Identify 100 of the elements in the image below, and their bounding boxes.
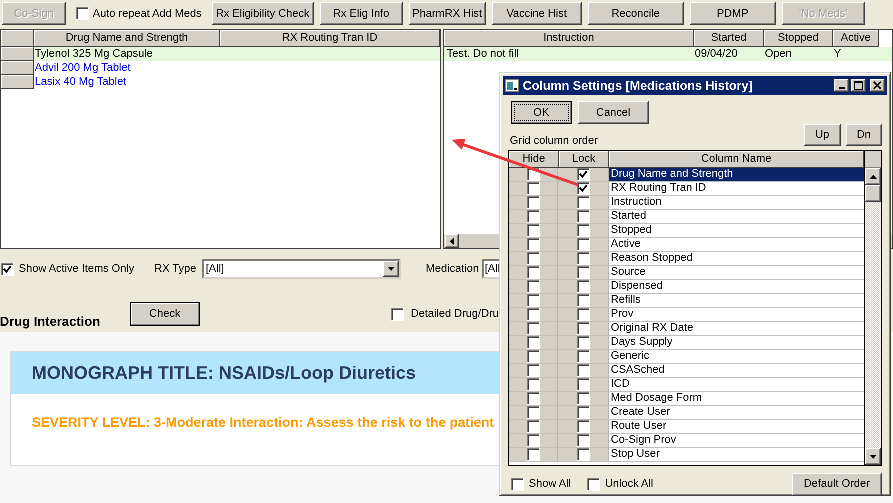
scroll-down-button[interactable] — [865, 448, 881, 465]
checkbox[interactable] — [526, 322, 540, 335]
scroll-left-button[interactable] — [445, 234, 459, 248]
checkbox[interactable] — [576, 322, 590, 335]
column-name-cell[interactable]: Drug Name and Strength — [609, 168, 864, 182]
column-header[interactable]: Instruction — [444, 30, 694, 47]
row-selector[interactable] — [1, 47, 34, 61]
column-header[interactable]: Active — [833, 30, 879, 47]
down-button[interactable]: Dn — [846, 124, 882, 146]
maximize-button[interactable] — [851, 79, 866, 92]
column-name-cell[interactable]: Generic — [609, 350, 864, 364]
checkbox[interactable] — [526, 238, 540, 251]
toolbar-button[interactable]: Reconcile — [588, 2, 684, 25]
column-name-cell[interactable]: Original RX Date — [609, 322, 864, 336]
checkbox[interactable] — [576, 350, 590, 363]
checkbox[interactable] — [526, 308, 540, 321]
scrollbar[interactable] — [864, 151, 881, 465]
checkbox[interactable] — [576, 252, 590, 265]
checkbox[interactable] — [576, 406, 590, 419]
column-name-cell[interactable]: Instruction — [609, 196, 864, 210]
checkbox[interactable] — [526, 182, 540, 195]
checkbox[interactable] — [576, 420, 590, 433]
row-selector[interactable] — [1, 61, 34, 75]
ok-button[interactable]: OK — [511, 101, 572, 124]
checkbox[interactable] — [526, 210, 540, 223]
toolbar-button[interactable]: PharmRX Hist — [408, 2, 486, 25]
row-selector[interactable] — [1, 75, 34, 89]
column-name-cell[interactable]: Active — [609, 238, 864, 252]
checkbox[interactable] — [526, 294, 540, 307]
column-name-cell[interactable]: Co-Sign Prov — [609, 434, 864, 448]
up-button[interactable]: Up — [804, 124, 841, 146]
column-name-cell[interactable]: Refills — [609, 294, 864, 308]
checkbox[interactable] — [576, 336, 590, 349]
checkbox[interactable] — [587, 478, 600, 490]
column-name-cell[interactable]: Route User — [609, 420, 864, 434]
check-button[interactable]: Check — [130, 302, 200, 326]
column-header[interactable]: Drug Name and Strength — [34, 30, 220, 47]
checkbox[interactable] — [526, 196, 540, 209]
checkbox[interactable] — [526, 224, 540, 237]
checkbox[interactable] — [526, 378, 540, 391]
cancel-button[interactable]: Cancel — [578, 101, 649, 124]
checkbox[interactable] — [526, 364, 540, 377]
checkbox[interactable] — [576, 238, 590, 251]
column-name-cell[interactable]: ICD — [609, 378, 864, 392]
scroll-thumb[interactable] — [865, 185, 881, 202]
column-header[interactable]: Lock — [559, 151, 609, 168]
column-header[interactable]: Started — [694, 30, 764, 47]
checkbox[interactable] — [526, 406, 540, 419]
checkbox[interactable] — [511, 478, 524, 490]
toolbar-button[interactable]: Rx Elig Info — [320, 2, 403, 25]
checkbox[interactable] — [526, 350, 540, 363]
checkbox[interactable] — [391, 308, 404, 320]
checkbox[interactable] — [76, 7, 89, 20]
checkbox[interactable] — [576, 308, 590, 321]
checkbox[interactable] — [576, 210, 590, 223]
column-header[interactable]: Hide — [509, 151, 559, 168]
checkbox[interactable] — [576, 392, 590, 405]
checkbox[interactable] — [526, 252, 540, 265]
toolbar-button[interactable]: PDMP — [690, 2, 776, 25]
column-name-cell[interactable]: Create User — [609, 406, 864, 420]
column-name-cell[interactable]: Dispensed — [609, 280, 864, 294]
default-order-button[interactable]: Default Order — [792, 472, 882, 496]
checkbox[interactable] — [576, 294, 590, 307]
checkbox[interactable] — [526, 420, 540, 433]
checkbox[interactable] — [1, 262, 14, 276]
column-name-cell[interactable]: RX Routing Tran ID — [609, 182, 864, 196]
checkbox[interactable] — [576, 266, 590, 279]
column-header[interactable]: RX Routing Tran ID — [220, 30, 440, 47]
checkbox[interactable] — [576, 280, 590, 293]
checkbox[interactable] — [526, 448, 540, 461]
checkbox[interactable] — [576, 448, 590, 461]
close-button[interactable] — [870, 79, 885, 92]
column-name-cell[interactable]: Reason Stopped — [609, 252, 864, 266]
toolbar-button[interactable]: Rx Eligibility Check — [212, 2, 314, 25]
toolbar-button[interactable]: Vaccine Hist — [492, 2, 582, 25]
checkbox[interactable] — [526, 266, 540, 279]
checkbox[interactable] — [526, 336, 540, 349]
column-name-cell[interactable]: Prov — [609, 308, 864, 322]
checkbox[interactable] — [576, 364, 590, 377]
checkbox[interactable] — [576, 224, 590, 237]
column-name-cell[interactable]: Days Supply — [609, 336, 864, 350]
checkbox[interactable] — [526, 434, 540, 447]
column-name-cell[interactable]: Stopped — [609, 224, 864, 238]
minimize-button[interactable] — [834, 79, 849, 92]
column-name-cell[interactable]: Med Dosage Form — [609, 392, 864, 406]
scroll-up-button[interactable] — [865, 168, 881, 185]
column-name-cell[interactable]: Stop User — [609, 448, 864, 462]
checkbox[interactable] — [576, 182, 590, 195]
column-name-cell[interactable]: Source — [609, 266, 864, 280]
checkbox[interactable] — [576, 434, 590, 447]
rx-type-dropdown[interactable]: [All] — [202, 259, 401, 279]
checkbox[interactable] — [576, 378, 590, 391]
checkbox[interactable] — [526, 392, 540, 405]
checkbox[interactable] — [576, 196, 590, 209]
checkbox[interactable] — [576, 168, 590, 181]
column-name-cell[interactable]: Started — [609, 210, 864, 224]
column-name-cell[interactable]: CSASched — [609, 364, 864, 378]
checkbox[interactable] — [526, 280, 540, 293]
column-header[interactable]: Column Name — [609, 151, 864, 168]
column-header[interactable]: Stopped — [764, 30, 833, 47]
